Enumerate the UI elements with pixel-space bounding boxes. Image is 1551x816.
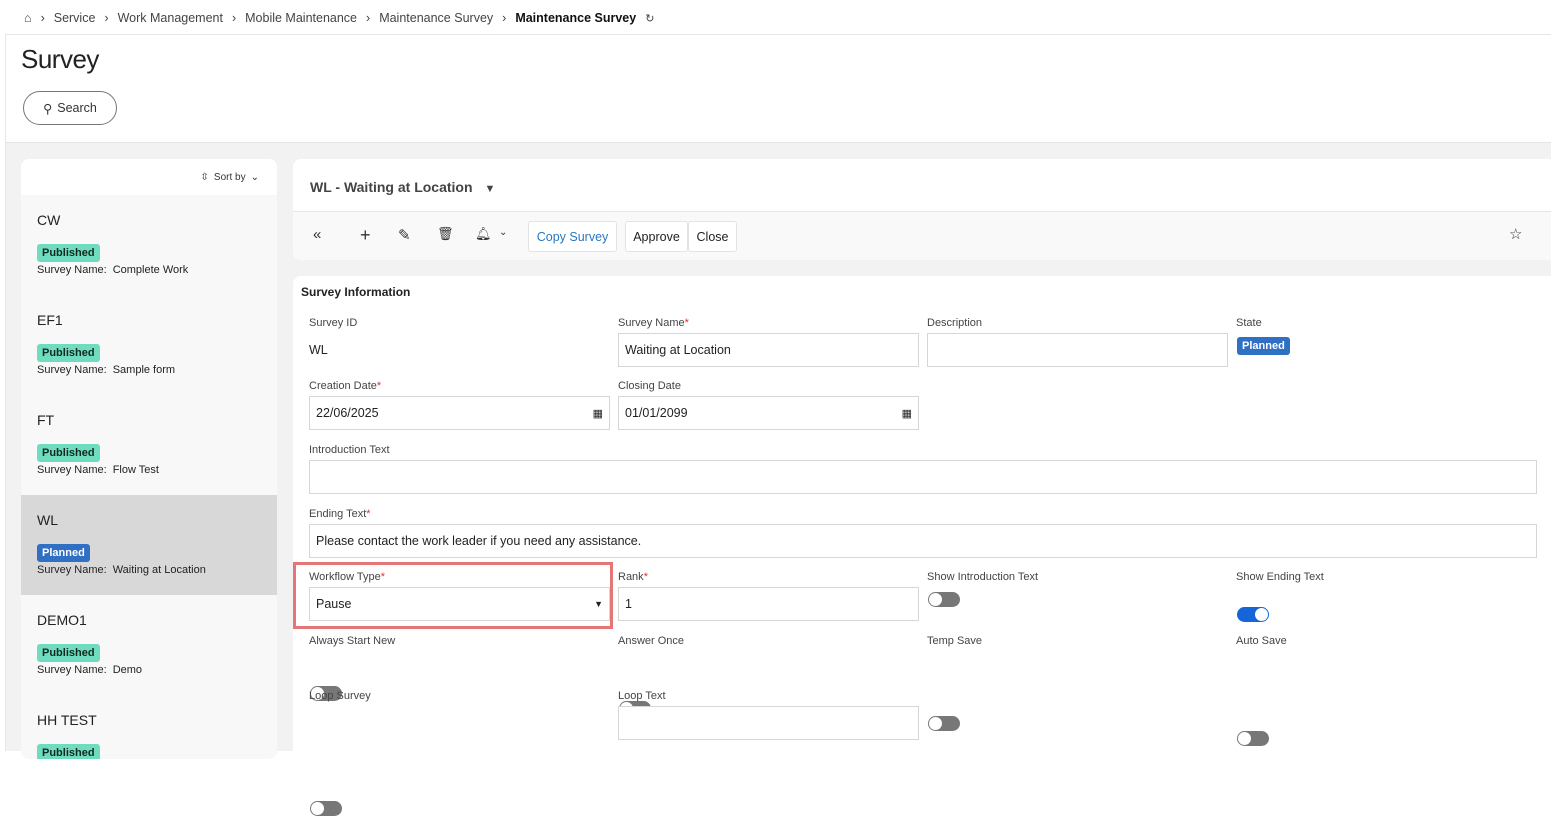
creation-date-label: Creation Date* xyxy=(309,380,382,392)
list-item[interactable]: EF1 Published Survey Name: Sample form xyxy=(21,295,277,395)
survey-information-form: Survey Information Survey ID WL Survey N… xyxy=(293,276,1551,816)
chevron-down-icon[interactable]: ⌄ xyxy=(499,227,507,238)
survey-id-label: Survey ID xyxy=(309,317,358,329)
status-badge: Published xyxy=(37,744,100,759)
loop-survey-toggle[interactable] xyxy=(310,801,342,816)
divider xyxy=(5,34,1551,35)
search-icon: ⚲ xyxy=(43,101,53,116)
show-ending-label: Show Ending Text xyxy=(1236,571,1324,583)
survey-id-value: WL xyxy=(309,343,328,357)
chevron-right-icon: › xyxy=(104,11,109,25)
breadcrumb-current: Maintenance Survey xyxy=(515,11,637,25)
survey-name: Survey Name: Sample form xyxy=(37,364,176,376)
highlight-box xyxy=(293,562,613,629)
search-button[interactable]: ⚲ Search xyxy=(23,91,117,125)
breadcrumb: ⌂ › Service › Work Management › Mobile Main… xyxy=(24,9,654,27)
bell-icon[interactable]: 🔔︎ xyxy=(475,226,492,242)
answer-once-label: Answer Once xyxy=(618,635,685,647)
breadcrumb-item[interactable]: Work Management xyxy=(118,11,223,25)
list-item[interactable]: FT Published Survey Name: Flow Test xyxy=(21,395,277,495)
closing-date-input[interactable]: 01/01/2099 ▦ xyxy=(618,396,919,430)
survey-list: ⇳ Sort by ⌄ CW Published Survey Name: Compl… xyxy=(21,159,277,759)
approve-button[interactable]: Approve xyxy=(625,221,688,252)
survey-name-input[interactable]: Waiting at Location xyxy=(618,333,919,367)
status-badge: Published xyxy=(37,244,100,262)
status-badge: Published xyxy=(37,344,100,362)
auto-save-toggle[interactable] xyxy=(1237,731,1269,746)
loop-text-label: Loop Text xyxy=(618,690,666,702)
temp-save-toggle[interactable] xyxy=(928,716,960,731)
list-item[interactable]: HH TEST Published Survey Name: xyxy=(21,695,277,759)
list-item[interactable]: CW Published Survey Name: Complete Work xyxy=(21,195,277,295)
survey-name: Survey Name: Waiting at Location xyxy=(37,564,206,576)
collapse-icon[interactable]: « xyxy=(313,226,321,243)
always-start-new-label: Always Start New xyxy=(309,635,396,647)
survey-code: CW xyxy=(37,212,61,228)
section-title: Survey Information xyxy=(301,285,411,299)
breadcrumb-item[interactable]: Mobile Maintenance xyxy=(245,11,357,25)
survey-code: FT xyxy=(37,412,55,428)
intro-text-input[interactable] xyxy=(309,460,1537,494)
closing-date-label: Closing Date xyxy=(618,380,681,392)
list-item[interactable]: DEMO1 Published Survey Name: Demo xyxy=(21,595,277,695)
detail-header: WL - Waiting at Location ▼ « + ✎ 🗑 🔔︎ ⌄ … xyxy=(293,159,1551,260)
close-button[interactable]: Close xyxy=(688,221,737,252)
toolbar: « + ✎ 🗑 🔔︎ ⌄ Copy Survey Approve Close ☆ xyxy=(293,211,1551,260)
status-badge: Published xyxy=(37,644,100,662)
status-badge: Planned xyxy=(37,544,90,562)
ending-text-label: Ending Text* xyxy=(309,508,371,520)
home-icon[interactable]: ⌂ xyxy=(24,11,32,25)
rank-label: Rank* xyxy=(618,571,648,583)
page-title: Survey xyxy=(21,44,99,74)
survey-name: Survey Name: Flow Test xyxy=(37,464,159,476)
status-badge: Published xyxy=(37,444,100,462)
delete-icon[interactable]: 🗑 xyxy=(437,226,454,242)
ending-text-input[interactable]: Please contact the work leader if you ne… xyxy=(309,524,1537,558)
survey-code: DEMO1 xyxy=(37,612,87,628)
sort-icon: ⇳ xyxy=(200,171,209,183)
record-title[interactable]: WL - Waiting at Location ▼ xyxy=(310,179,495,195)
show-intro-toggle[interactable] xyxy=(928,592,960,607)
calendar-icon[interactable]: ▦ xyxy=(593,407,603,420)
temp-save-label: Temp Save xyxy=(927,635,983,647)
star-icon[interactable]: ☆ xyxy=(1509,225,1522,243)
sort-button[interactable]: ⇳ Sort by ⌄ xyxy=(21,159,277,195)
breadcrumb-item[interactable]: Maintenance Survey xyxy=(379,11,493,25)
show-intro-label: Show Introduction Text xyxy=(927,571,1039,583)
show-ending-toggle[interactable] xyxy=(1237,607,1269,622)
state-label: State xyxy=(1236,317,1262,329)
chevron-down-icon: ⌄ xyxy=(250,171,259,183)
rank-input[interactable]: 1 xyxy=(618,587,919,621)
description-label: Description xyxy=(927,317,983,329)
loop-survey-label: Loop Survey xyxy=(309,690,371,702)
chevron-right-icon: › xyxy=(40,11,45,25)
chevron-right-icon: › xyxy=(231,11,237,25)
chevron-right-icon: › xyxy=(502,11,507,25)
intro-text-label: Introduction Text xyxy=(309,444,390,456)
description-input[interactable] xyxy=(927,333,1228,367)
search-label: Search xyxy=(57,101,97,115)
survey-code: EF1 xyxy=(37,312,63,328)
loop-text-input[interactable] xyxy=(618,706,919,740)
refresh-icon[interactable]: ↻ xyxy=(645,12,654,25)
survey-name: Survey Name: Complete Work xyxy=(37,264,189,276)
sort-label: Sort by xyxy=(213,171,246,183)
state-badge: Planned xyxy=(1237,337,1290,355)
survey-code: HH TEST xyxy=(37,712,97,728)
breadcrumb-item[interactable]: Service xyxy=(54,11,96,25)
calendar-icon[interactable]: ▦ xyxy=(902,407,912,420)
survey-name-label: Survey Name* xyxy=(618,317,689,329)
survey-code: WL xyxy=(37,512,58,528)
survey-name: Survey Name: Demo xyxy=(37,664,143,676)
add-icon[interactable]: + xyxy=(360,225,371,246)
chevron-right-icon: › xyxy=(366,11,371,25)
edit-icon[interactable]: ✎ xyxy=(398,226,411,244)
list-item[interactable]: WL Planned Survey Name: Waiting at Locati… xyxy=(21,495,277,595)
creation-date-input[interactable]: 22/06/2025 ▦ xyxy=(309,396,610,430)
caret-down-icon[interactable]: ▼ xyxy=(484,183,495,195)
copy-survey-button[interactable]: Copy Survey xyxy=(528,221,617,252)
auto-save-label: Auto Save xyxy=(1236,635,1287,647)
